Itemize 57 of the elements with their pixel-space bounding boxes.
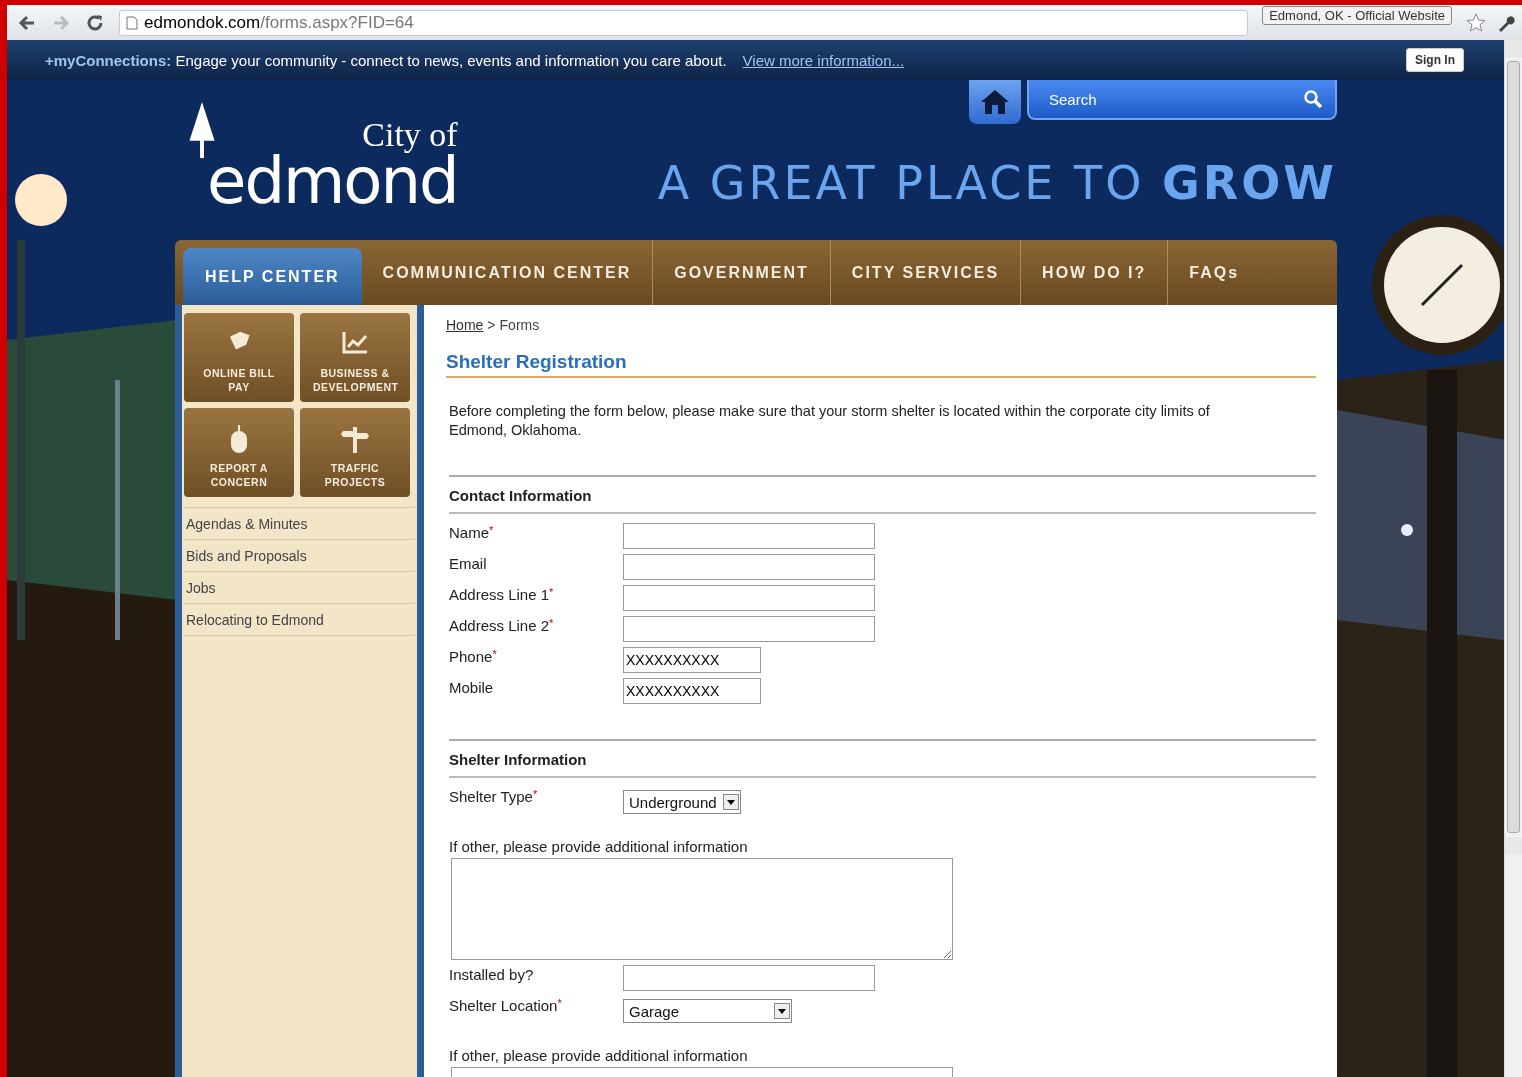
form-title: Shelter Registration <box>446 351 1316 378</box>
star-icon <box>1466 12 1486 33</box>
tagline: A GREAT PLACE TO GROW <box>657 156 1337 210</box>
sign-in-button[interactable]: Sign In <box>1406 48 1464 72</box>
dropdown[interactable]: Garage <box>623 999 792 1023</box>
search-field[interactable]: Search <box>1027 80 1337 120</box>
section-heading: Contact Information <box>449 475 1316 514</box>
input-field[interactable]: XXXXXXXXXX <box>623 678 761 704</box>
logo-name: edmond <box>207 152 458 210</box>
scrollbar[interactable] <box>1504 40 1522 1077</box>
reload-icon <box>85 12 105 33</box>
nav-tab[interactable]: COMMUNICATION CENTER <box>361 240 653 305</box>
connections-message: +myConnections: Engage your community - connect to news, events and information you care about. <box>45 51 727 69</box>
field-label: Installed by? <box>449 965 535 983</box>
field-label: Email <box>449 554 488 572</box>
logo-subtitle: City of <box>362 118 458 152</box>
quick-link-tile[interactable]: REPORT A CONCERN <box>184 408 294 497</box>
field-label: Name* <box>449 523 495 541</box>
field-label: Phone* <box>449 647 498 665</box>
field-label: If other, please provide additional information <box>449 837 749 855</box>
page-icon <box>126 15 138 30</box>
quick-link-tile[interactable]: BUSINESS & DEVELOPMENT <box>300 313 410 402</box>
url-text: edmondok.com/forms.aspx?FID=64 <box>144 12 414 33</box>
section-heading: Shelter Information <box>449 739 1316 778</box>
dropdown[interactable]: Underground <box>623 790 741 814</box>
input-field[interactable] <box>623 554 875 580</box>
field-label: If other, please provide additional information <box>449 1046 749 1064</box>
input-field[interactable]: XXXXXXXXXX <box>623 647 761 673</box>
more-info-link[interactable]: View more information... <box>742 51 1390 69</box>
page-title-tag: Edmond, OK - Official Website <box>1262 6 1452 25</box>
input-field[interactable] <box>623 585 875 611</box>
quick-link-tile[interactable]: ONLINE BILL PAY <box>184 313 294 402</box>
search-icon <box>1303 89 1323 109</box>
home-icon <box>980 89 1010 115</box>
field-label: Mobile <box>449 678 495 696</box>
search-input[interactable]: Search <box>1047 89 1303 109</box>
quick-link-tile[interactable]: TRAFFIC PROJECTS <box>300 408 410 497</box>
address-bar[interactable]: edmondok.com/forms.aspx?FID=64 <box>119 9 1249 36</box>
breadcrumb-link[interactable]: Home <box>446 317 484 333</box>
input-field[interactable] <box>623 965 875 991</box>
field-label: Address Line 1* <box>449 585 555 603</box>
signpost-icon <box>341 425 369 455</box>
input-field[interactable] <box>623 523 875 549</box>
text-area[interactable] <box>451 858 953 960</box>
breadcrumb-separator: > <box>487 317 496 333</box>
input-field[interactable] <box>623 616 875 642</box>
field-label: Address Line 2* <box>449 616 555 634</box>
sidebar-link[interactable]: Relocating to Edmond <box>184 603 415 636</box>
field-label: Shelter Type* <box>449 787 539 805</box>
nav-tab[interactable]: HELP CENTER <box>183 248 362 305</box>
intro-text: Before completing the form below, please make sure that your storm shelter is located within the corporate city limits of Edmond, Oklahoma. <box>449 402 1211 440</box>
sidebar-link[interactable]: Agendas & Minutes <box>184 507 415 539</box>
sidebar-link[interactable]: Bids and Proposals <box>184 539 415 571</box>
home-button[interactable] <box>969 80 1021 124</box>
field-label: Shelter Location* <box>449 996 563 1014</box>
breadcrumb-current: Forms <box>499 317 540 333</box>
sidebar-link[interactable]: Jobs <box>184 571 415 603</box>
